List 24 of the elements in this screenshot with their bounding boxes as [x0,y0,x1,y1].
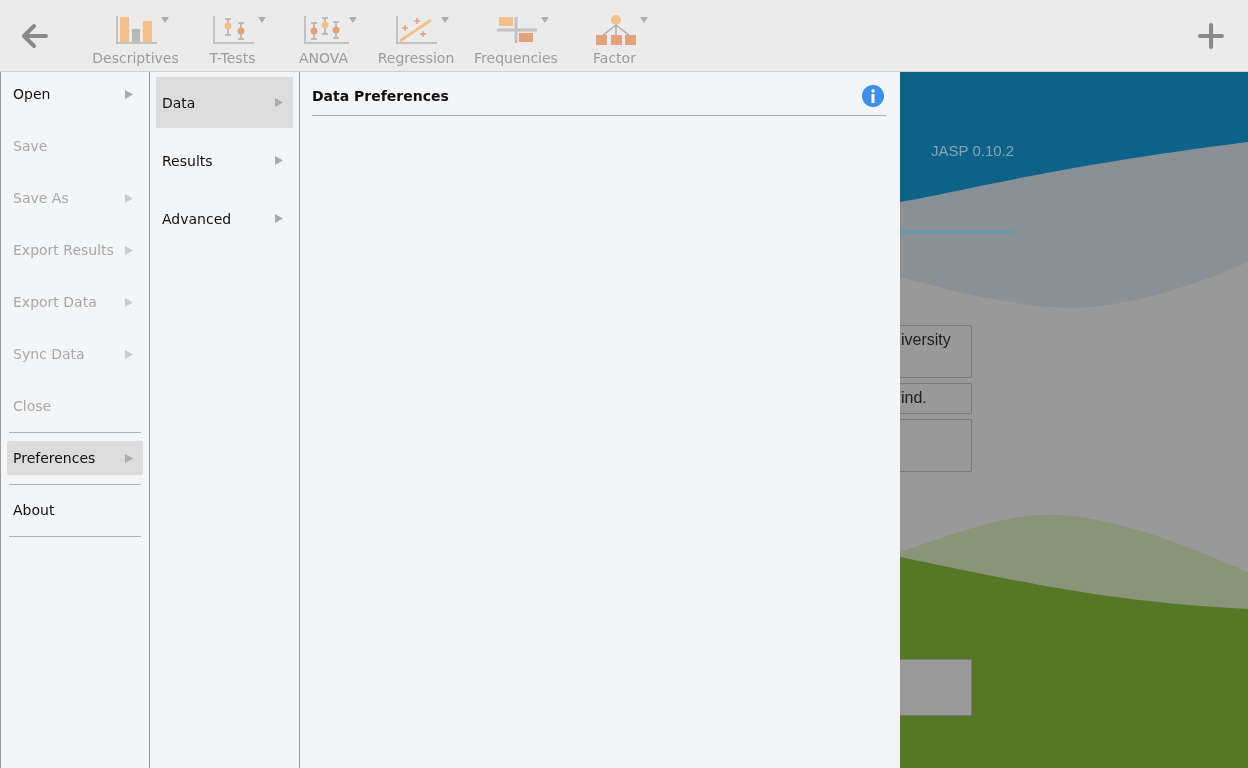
error-bar-chart-icon [210,13,267,46]
error-bar-chart-icon [301,13,358,46]
panel-title: Data Preferences [312,88,449,104]
info-icon[interactable] [862,85,884,107]
scatter-line-icon [394,13,450,46]
submenu-arrow-icon [275,214,283,223]
text-box[interactable]: iversity [900,325,972,378]
menu-item[interactable]: Open [7,77,143,111]
submenu-arrow-icon [275,156,283,165]
box-text: ind. [901,389,927,407]
text-box[interactable] [900,419,972,472]
text-box[interactable] [900,659,972,716]
box-text: iversity [901,331,951,349]
version-text: JASP 0.10.2 [931,142,1015,159]
plus-icon [1198,22,1224,49]
menu-item[interactable]: Results [156,135,293,186]
menu-item[interactable]: Advanced [156,193,293,244]
submenu-arrow-icon [275,98,283,107]
menu-item[interactable]: About [7,493,143,527]
text-box[interactable]: ind. [900,383,972,414]
back-arrow-icon [21,22,49,49]
menu-item[interactable]: Data [156,77,293,128]
bar-chart-icon [113,13,170,46]
menu-item[interactable]: Preferences [7,441,143,475]
